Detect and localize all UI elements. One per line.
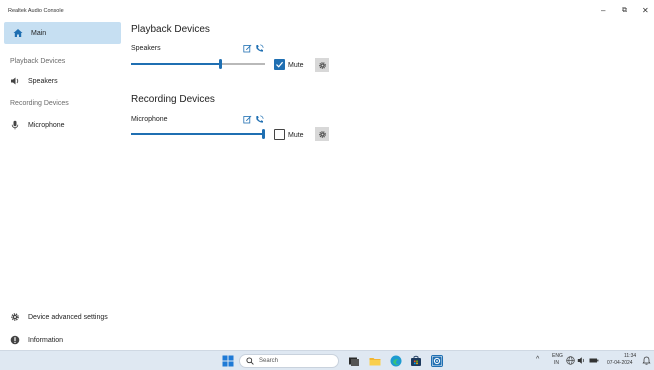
sidebar-item-speakers[interactable]: Speakers xyxy=(10,75,58,87)
sidebar-item-label: Information xyxy=(28,336,64,344)
microphone-icon xyxy=(10,120,20,130)
microphone-mute-label: Mute xyxy=(288,132,304,139)
edit-icon[interactable] xyxy=(243,115,252,124)
microphone-mute-checkbox[interactable] xyxy=(274,129,285,140)
sidebar-item-label: Microphone xyxy=(28,121,65,129)
file-explorer-icon[interactable] xyxy=(369,355,381,367)
home-icon xyxy=(13,28,23,38)
sidebar-item-microphone[interactable]: Microphone xyxy=(10,119,65,131)
microphone-settings-button[interactable] xyxy=(315,127,329,141)
realtek-audio-icon[interactable] xyxy=(431,355,443,367)
slider-thumb[interactable] xyxy=(262,129,265,139)
gear-icon xyxy=(318,130,326,138)
clock-date[interactable]: 07-04-2024 xyxy=(607,360,633,366)
close-button[interactable]: ✕ xyxy=(642,6,649,16)
windows-start-icon[interactable] xyxy=(222,355,234,367)
microphone-volume-slider[interactable] xyxy=(131,128,265,140)
minimize-button[interactable]: – xyxy=(601,6,605,16)
battery-icon[interactable] xyxy=(589,356,599,365)
speakers-mute-label: Mute xyxy=(288,62,304,69)
restore-button[interactable]: ⧉ xyxy=(622,6,627,16)
speaker-icon xyxy=(10,76,20,86)
slider-fill xyxy=(131,63,221,65)
slider-fill xyxy=(131,133,264,135)
network-icon[interactable] xyxy=(566,356,575,365)
sidebar-item-device-advanced-settings[interactable]: Device advanced settings xyxy=(10,311,108,323)
sidebar-item-label: Speakers xyxy=(28,77,58,85)
app-title: Realtek Audio Console xyxy=(8,8,64,14)
speakers-device-name: Speakers xyxy=(131,45,161,52)
sidebar-item-main[interactable]: Main xyxy=(4,22,121,44)
recording-heading: Recording Devices xyxy=(131,94,215,105)
gear-icon xyxy=(318,61,326,69)
tray-overflow-chevron[interactable]: ^ xyxy=(536,356,539,363)
recording-section-label: Recording Devices xyxy=(10,100,69,107)
speakers-volume-slider[interactable] xyxy=(131,58,265,70)
taskbar-search-box[interactable]: Search xyxy=(239,354,339,368)
slider-thumb[interactable] xyxy=(219,59,222,69)
store-icon[interactable] xyxy=(410,355,422,367)
speakers-mute-checkbox[interactable] xyxy=(274,59,285,70)
sidebar-item-label: Device advanced settings xyxy=(28,313,108,321)
search-placeholder: Search xyxy=(259,358,279,364)
sidebar: Main Playback Devices Speakers Recording… xyxy=(0,18,124,350)
playback-section-label: Playback Devices xyxy=(10,58,66,65)
microphone-device-name: Microphone xyxy=(131,116,168,123)
edit-icon[interactable] xyxy=(243,44,252,53)
input-language-bottom[interactable]: IN xyxy=(554,360,559,366)
search-icon xyxy=(246,357,254,365)
checkmark-icon xyxy=(276,61,284,68)
task-view-icon[interactable] xyxy=(348,355,360,367)
clock-time[interactable]: 11:34 xyxy=(624,353,636,359)
playback-heading: Playback Devices xyxy=(131,24,210,35)
sidebar-item-label: Main xyxy=(31,29,47,37)
sidebar-item-information[interactable]: Information xyxy=(10,334,63,346)
phone-call-icon[interactable] xyxy=(255,115,264,124)
edge-browser-icon[interactable] xyxy=(390,355,402,367)
input-language-top[interactable]: ENG xyxy=(552,353,563,359)
taskbar: Search ^ ENG IN 11:34 07-04-2024 xyxy=(0,350,654,370)
speakers-settings-button[interactable] xyxy=(315,58,329,72)
volume-icon[interactable] xyxy=(577,356,586,365)
notification-bell-icon[interactable] xyxy=(642,356,651,365)
gear-icon xyxy=(10,312,20,322)
info-icon xyxy=(10,335,20,345)
phone-call-icon[interactable] xyxy=(255,44,264,53)
